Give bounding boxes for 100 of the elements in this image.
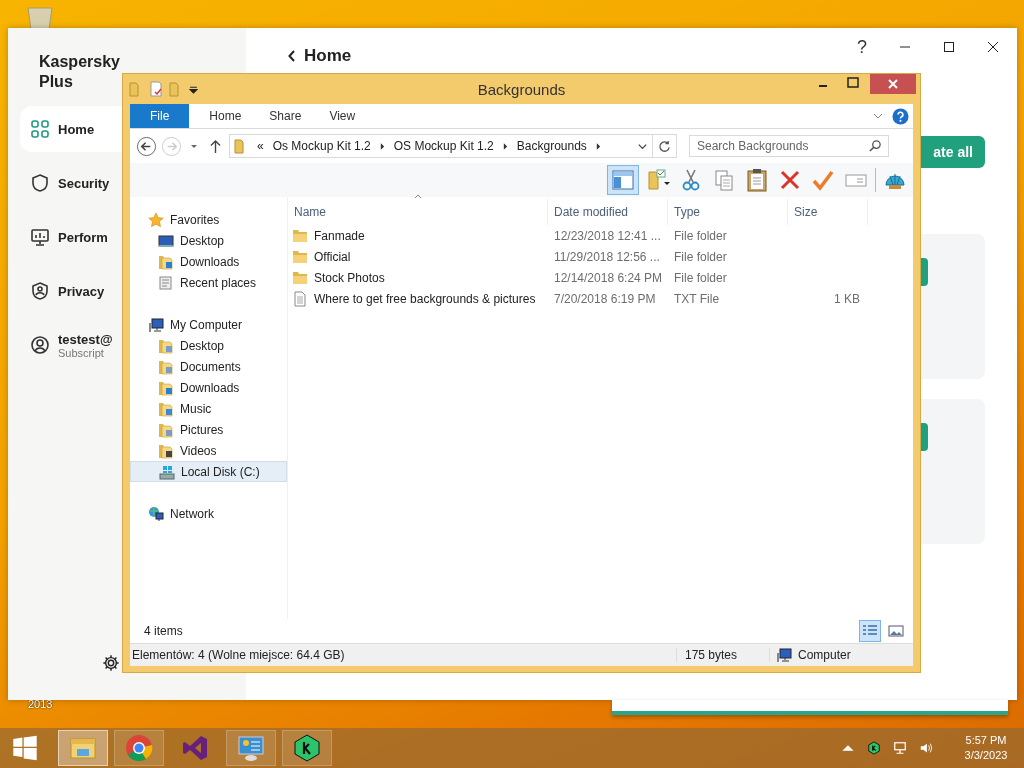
- folder-icon: [158, 379, 174, 396]
- user-icon: [30, 335, 50, 355]
- back-icon[interactable]: [288, 50, 296, 62]
- folder-icon: [158, 421, 174, 438]
- date-cell-text: 11/29/2018 12:56 ...: [553, 249, 661, 264]
- check-icon: [811, 168, 835, 192]
- column-header[interactable]: Type: [668, 199, 788, 225]
- nav-item[interactable]: Favorites: [130, 209, 287, 230]
- settings-icon[interactable]: [102, 654, 120, 672]
- volume-icon[interactable]: [919, 741, 933, 755]
- copy-icon: [712, 168, 736, 192]
- up-arrow-icon[interactable]: [210, 138, 221, 154]
- kasp-taskbar-button[interactable]: [282, 730, 332, 766]
- computer-icon: [148, 316, 164, 333]
- nav-item[interactable]: Network: [130, 503, 287, 524]
- maximize-icon[interactable]: [943, 41, 955, 53]
- ribbon-logo-icon: [180, 733, 210, 763]
- date-cell-text: 7/20/2018 6:19 PM: [553, 291, 657, 306]
- nav-item[interactable]: Desktop: [130, 335, 287, 356]
- computer-icon: [776, 647, 792, 663]
- location-text: Computer: [798, 648, 851, 662]
- sidebar-item[interactable]: Perform: [20, 214, 122, 260]
- file-name[interactable]: Stock Photos: [288, 269, 548, 286]
- sidebar-item[interactable]: Security: [20, 160, 122, 206]
- panel-taskbar-button[interactable]: [226, 730, 276, 766]
- size-cell-text: 1 KB: [833, 291, 860, 306]
- app-title: Kaspersky Plus: [39, 52, 121, 92]
- column-header[interactable]: Name: [288, 199, 548, 225]
- column-header[interactable]: Size: [788, 199, 868, 225]
- subscription-text: Subscript: [58, 346, 105, 359]
- nav-item[interactable]: Videos: [130, 440, 287, 461]
- chrome-taskbar-button[interactable]: [114, 730, 164, 766]
- column-header[interactable]: Date modified: [548, 199, 668, 225]
- nav-item[interactable]: Pictures: [130, 419, 287, 440]
- type-cell-text: File folder: [673, 249, 728, 264]
- recycle-bin-icon[interactable]: [24, 6, 56, 30]
- nav-item[interactable]: Desktop: [130, 230, 287, 251]
- properties-icon[interactable]: [149, 81, 163, 97]
- folder-icon: [158, 358, 174, 375]
- type-cell-text: File folder: [673, 228, 728, 243]
- folder-icon: [158, 253, 174, 270]
- sidebar-item[interactable]: Privacy: [20, 268, 122, 314]
- preview-button[interactable]: [607, 165, 639, 195]
- nav-item[interactable]: Downloads: [130, 251, 287, 272]
- date-cell-text: 12/14/2018 6:24 PM: [553, 270, 664, 285]
- dropdown-icon[interactable]: [190, 142, 198, 150]
- network-icon: [148, 505, 164, 522]
- folder-icon: [292, 248, 308, 265]
- dropdown-icon[interactable]: [189, 84, 198, 94]
- back-icon[interactable]: [136, 135, 157, 157]
- breadcrumb[interactable]: OS Mockup Kit 1.2: [393, 139, 494, 153]
- file-name[interactable]: Official: [288, 248, 548, 265]
- shield-icon: [30, 173, 50, 193]
- drive-icon: [159, 463, 175, 480]
- close-icon[interactable]: [987, 41, 999, 53]
- address-bar[interactable]: « Os Mockup Kit 1.2 OS Mockup Kit 1.2 Backgrounds: [229, 134, 653, 158]
- nav-item[interactable]: Recent places: [130, 272, 287, 293]
- clock[interactable]: 5:57 PM 3/3/2023: [956, 733, 1016, 763]
- windows-logo-icon[interactable]: [12, 735, 38, 761]
- image-icon: [888, 624, 904, 638]
- ribbon-tab[interactable]: Home: [195, 104, 256, 128]
- sidebar-item[interactable]: Home: [20, 106, 122, 152]
- ribbon-tab[interactable]: Share: [255, 104, 316, 128]
- folder-icon: [158, 337, 174, 354]
- item-count: 4 items: [144, 624, 183, 638]
- text-file-icon: [292, 290, 308, 307]
- overflow-button[interactable]: «: [257, 139, 264, 153]
- status-text: Elementów: 4 (Wolne miejsce: 64.4 GB): [130, 648, 677, 662]
- sort-caret-icon: [414, 194, 422, 199]
- nav-item[interactable]: My Computer: [130, 314, 287, 335]
- breadcrumb[interactable]: Backgrounds: [516, 139, 587, 153]
- sidebar-item[interactable]: testest@ Subscript: [20, 322, 122, 368]
- separator-arrow-icon[interactable]: [595, 142, 601, 150]
- separator-arrow-icon[interactable]: [379, 142, 385, 150]
- file-name[interactable]: Where to get free backgrounds & pictures: [288, 290, 548, 307]
- refresh-button[interactable]: [653, 134, 677, 158]
- ribbon-tab[interactable]: View: [315, 104, 370, 128]
- help-icon[interactable]: [892, 107, 909, 125]
- window-title: Backgrounds: [476, 80, 567, 98]
- options-icon: [646, 168, 670, 192]
- nav-item[interactable]: Downloads: [130, 377, 287, 398]
- monitor-icon: [158, 232, 174, 249]
- nav-item[interactable]: Music: [130, 398, 287, 419]
- nav-item[interactable]: Local Disk (C:): [130, 461, 287, 482]
- separator-arrow-icon[interactable]: [502, 142, 508, 150]
- breadcrumb[interactable]: Os Mockup Kit 1.2: [272, 139, 371, 153]
- date-cell-text: 12/23/2018 12:41 ...: [553, 228, 662, 243]
- hexagon-k-icon[interactable]: [867, 741, 881, 755]
- refresh-icon: [658, 139, 671, 153]
- recent-places-icon: [158, 274, 174, 291]
- search-field[interactable]: Search Backgrounds: [689, 135, 889, 157]
- details-view-button[interactable]: [859, 620, 881, 642]
- close-button[interactable]: [870, 74, 916, 94]
- help-button[interactable]: ?: [857, 36, 867, 58]
- details-list-icon: [862, 624, 878, 638]
- folder-icon: [292, 269, 308, 286]
- nav-item[interactable]: Documents: [130, 356, 287, 377]
- file-name[interactable]: Fanmade: [288, 227, 548, 244]
- network-icon[interactable]: [893, 741, 907, 755]
- folder-icon: [158, 442, 174, 459]
